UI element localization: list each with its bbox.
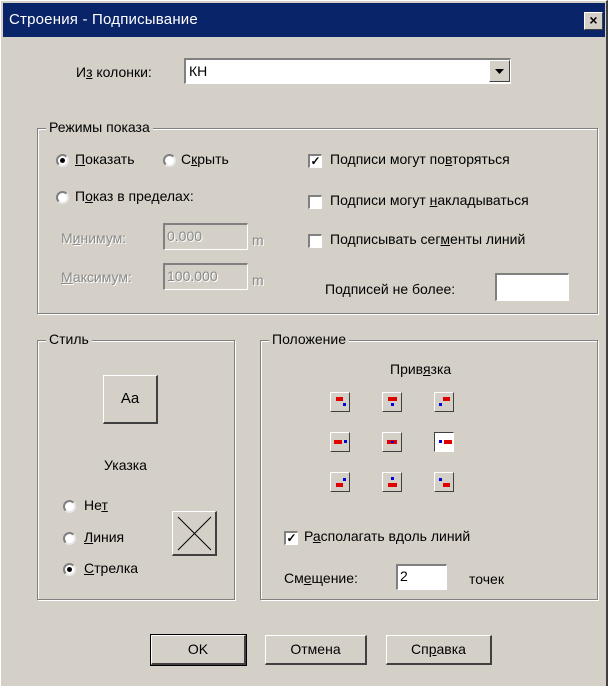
pointer-none-label: Нет xyxy=(84,497,108,513)
min-input-value: 0.000 xyxy=(167,228,203,244)
along-lines-label: Располагать вдоль линий xyxy=(304,528,471,544)
limit-label: Подписей не более: xyxy=(325,281,456,297)
cancel-button[interactable]: Отмена xyxy=(265,635,367,665)
cross-lines-icon xyxy=(177,516,212,551)
style-title: Стиль xyxy=(46,331,92,347)
range-label: Показ в пределах: xyxy=(75,188,194,204)
chevron-down-icon xyxy=(495,69,504,74)
anchor-middle-left[interactable] xyxy=(330,432,350,452)
pointer-title: Указка xyxy=(104,457,147,473)
max-input[interactable]: 100.000 xyxy=(163,263,248,290)
title-bar: Строения - Подписывание × xyxy=(3,3,605,37)
dropdown-arrow-button[interactable] xyxy=(489,60,510,82)
display-modes-title: Режимы показа xyxy=(46,119,153,135)
anchor-bottom-center[interactable] xyxy=(382,472,402,492)
max-input-value: 100.000 xyxy=(167,268,218,284)
column-select-value: КН xyxy=(189,63,208,79)
anchor-center[interactable] xyxy=(382,432,402,452)
min-input[interactable]: 0.000 xyxy=(163,223,248,250)
pointer-arrow-radio[interactable] xyxy=(63,563,76,576)
along-lines-checkbox[interactable]: ✓ xyxy=(284,531,298,545)
anchor-top-left[interactable] xyxy=(330,392,350,412)
hide-radio[interactable] xyxy=(163,154,176,167)
column-label: Из колонки: xyxy=(76,64,152,80)
overlap-label: Подписи могут накладываться xyxy=(330,192,529,208)
segments-label: Подписывать сегменты линий xyxy=(330,231,526,247)
column-select[interactable]: КН xyxy=(184,58,511,84)
help-button[interactable]: Справка xyxy=(386,635,492,665)
offset-label: Смещение: xyxy=(284,570,358,586)
close-button[interactable]: × xyxy=(584,12,603,30)
dialog-window: Строения - Подписывание × Из колонки: КН… xyxy=(0,0,608,686)
repeat-label: Подписи могут повторяться xyxy=(330,151,510,167)
anchor-top-right[interactable] xyxy=(434,392,454,412)
min-label: Минимум: xyxy=(61,230,127,246)
font-button[interactable]: Aa xyxy=(103,375,158,424)
repeat-checkbox[interactable]: ✓ xyxy=(308,154,322,168)
limit-input[interactable] xyxy=(495,273,569,301)
range-radio[interactable] xyxy=(56,191,69,204)
pointer-style-button[interactable] xyxy=(172,511,217,556)
pointer-line-radio[interactable] xyxy=(63,532,76,545)
anchor-title: Привязка xyxy=(390,361,452,377)
window-title: Строения - Подписывание xyxy=(9,11,198,28)
anchor-bottom-right[interactable] xyxy=(434,472,454,492)
anchor-top-center[interactable] xyxy=(382,392,402,412)
max-label: Максимум: xyxy=(61,269,132,285)
offset-unit: точек xyxy=(469,571,504,587)
hide-label: Скрыть xyxy=(181,151,229,167)
min-unit: m xyxy=(252,232,264,248)
anchor-middle-right[interactable] xyxy=(434,432,454,452)
pointer-none-radio[interactable] xyxy=(63,500,76,513)
ok-button[interactable]: OK xyxy=(150,634,247,666)
show-label: Показать xyxy=(75,151,135,167)
anchor-grid xyxy=(330,392,470,492)
pointer-arrow-label: Стрелка xyxy=(84,560,139,576)
offset-input-value: 2 xyxy=(400,568,408,584)
segments-checkbox[interactable] xyxy=(308,234,322,248)
anchor-bottom-left[interactable] xyxy=(330,472,350,492)
max-unit: m xyxy=(252,272,264,288)
show-radio[interactable] xyxy=(56,154,69,167)
offset-input[interactable]: 2 xyxy=(396,564,447,590)
overlap-checkbox[interactable] xyxy=(308,195,322,209)
pointer-line-label: Линия xyxy=(84,529,125,545)
position-title: Положение xyxy=(269,331,349,347)
